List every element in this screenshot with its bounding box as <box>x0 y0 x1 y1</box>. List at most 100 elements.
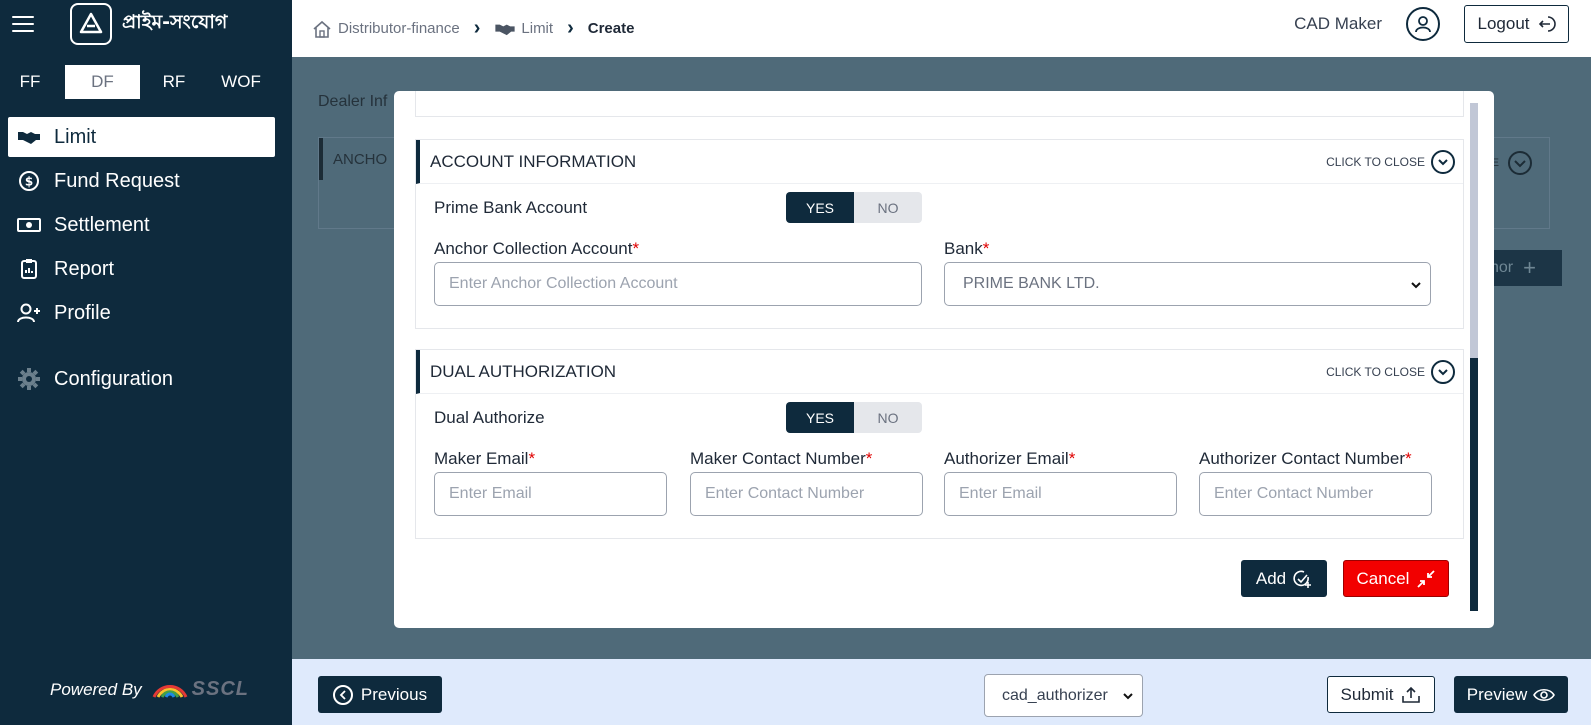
powered-by: Powered By SSCL <box>50 678 249 701</box>
brand-name: প্রাইম-সংযোগ <box>122 11 228 33</box>
prime-bank-account-row: Prime Bank Account <box>434 198 587 218</box>
add-button[interactable]: Add <box>1241 560 1327 597</box>
submit-label: Submit <box>1340 684 1394 704</box>
product-tabs: FF DF RF WOF <box>0 65 292 99</box>
footer-bar: Previous cad_authorizer Submit Preview <box>292 659 1591 725</box>
authorizer-contact-input[interactable]: Enter Contact Number <box>1199 472 1432 516</box>
powered-by-text: Powered By <box>50 679 142 699</box>
anchor-collection-account-input[interactable]: Enter Anchor Collection Account <box>434 262 922 306</box>
maker-email-placeholder: Enter Email <box>449 485 532 502</box>
clipboard-icon <box>16 258 42 280</box>
previous-section-end <box>415 91 1464 117</box>
dual-authorize-yes-option[interactable]: YES <box>786 402 854 433</box>
gear-icon <box>16 368 42 390</box>
chevron-left-icon <box>332 684 353 705</box>
breadcrumb: Distributor-finance › Limit › Create <box>312 17 634 40</box>
sidebar-item-configuration[interactable]: Configuration <box>8 359 275 399</box>
cancel-button[interactable]: Cancel <box>1343 560 1449 597</box>
prime-bank-no-option[interactable]: NO <box>854 192 922 223</box>
chevron-down-icon <box>1507 150 1533 176</box>
anchor-section-title: ANCHO <box>319 138 387 180</box>
sidebar-item-label: Fund Request <box>54 169 180 192</box>
chevron-down-icon <box>1431 150 1455 174</box>
prime-bank-yes-option[interactable]: YES <box>786 192 854 223</box>
account-information-header[interactable]: ACCOUNT INFORMATION CLICK TO CLOSE <box>416 140 1463 184</box>
dual-authorization-toggle-close[interactable]: CLICK TO CLOSE <box>1326 360 1455 384</box>
sidebar-item-label: Configuration <box>54 367 173 390</box>
tab-wof[interactable]: WOF <box>210 65 272 99</box>
user-avatar-icon[interactable] <box>1406 7 1440 41</box>
sidebar-item-settlement[interactable]: Settlement <box>8 205 275 245</box>
required-mark: * <box>1068 449 1076 468</box>
upload-icon <box>1401 686 1421 704</box>
preview-button[interactable]: Preview <box>1454 676 1568 713</box>
authorizer-email-text: Authorizer Email <box>944 449 1069 468</box>
authorizer-contact-text: Authorizer Contact Number <box>1199 449 1405 468</box>
anchor-collection-account-text: Anchor Collection Account <box>434 239 633 258</box>
sidebar: প্রাইম-সংযোগ FF DF RF WOF Limit $ Fund R… <box>0 0 292 725</box>
account-information-toggle-close[interactable]: CLICK TO CLOSE <box>1326 150 1455 174</box>
user-plus-icon <box>16 302 42 324</box>
authorizer-email-label: Authorizer Email* <box>944 449 1075 469</box>
bank-label-text: Bank <box>944 239 983 258</box>
cancel-label: Cancel <box>1356 568 1410 588</box>
prime-bank-account-label: Prime Bank Account <box>434 198 588 217</box>
modal-scrollbar-thumb[interactable] <box>1470 103 1478 358</box>
modal-scrollbar[interactable] <box>1470 103 1478 611</box>
tab-ff[interactable]: FF <box>11 65 49 99</box>
chevron-down-icon <box>1431 360 1455 384</box>
maker-contact-text: Maker Contact Number <box>690 449 866 468</box>
dual-authorization-section: DUAL AUTHORIZATION CLICK TO CLOSE Dual A… <box>415 349 1464 539</box>
bank-select-value: PRIME BANK LTD. <box>963 275 1100 292</box>
authorizer-contact-placeholder: Enter Contact Number <box>1214 485 1374 502</box>
collapse-arrows-icon <box>1417 569 1436 588</box>
current-user-name: CAD Maker <box>1294 14 1382 33</box>
maker-contact-input[interactable]: Enter Contact Number <box>690 472 923 516</box>
topbar: Distributor-finance › Limit › Create CAD… <box>292 0 1591 57</box>
authorizer-email-input[interactable]: Enter Email <box>944 472 1177 516</box>
breadcrumb-distributor-finance[interactable]: Distributor-finance <box>338 20 460 37</box>
dealer-info-title: Dealer Inf <box>318 93 388 110</box>
svg-text:$: $ <box>25 175 33 189</box>
sidebar-item-fund-request[interactable]: $ Fund Request <box>8 161 275 201</box>
home-icon <box>312 19 332 39</box>
previous-button[interactable]: Previous <box>318 676 442 713</box>
maker-email-input[interactable]: Enter Email <box>434 472 667 516</box>
breadcrumb-create: Create <box>587 20 635 37</box>
dual-authorization-header[interactable]: DUAL AUTHORIZATION CLICK TO CLOSE <box>416 350 1463 394</box>
sidebar-item-report[interactable]: Report <box>8 249 275 289</box>
maker-email-text: Maker Email <box>434 449 529 468</box>
submit-button[interactable]: Submit <box>1327 676 1435 713</box>
authorizer-contact-label: Authorizer Contact Number* <box>1199 449 1412 469</box>
dual-authorize-toggle: YES NO <box>786 402 922 433</box>
money-icon <box>16 214 42 236</box>
create-limit-modal: ACCOUNT INFORMATION CLICK TO CLOSE Prime… <box>394 91 1494 628</box>
logout-button[interactable]: Logout <box>1464 5 1569 43</box>
dollar-circle-icon: $ <box>16 170 42 192</box>
add-label: Add <box>1255 568 1287 588</box>
sidebar-item-profile[interactable]: Profile <box>8 293 275 333</box>
breadcrumb-limit[interactable]: Limit <box>521 20 553 37</box>
dual-authorize-no-option[interactable]: NO <box>854 402 922 433</box>
click-to-close-label: CLICK TO CLOSE <box>1326 155 1425 169</box>
breadcrumb-chevron-icon: › <box>567 17 574 39</box>
sidebar-item-label: Profile <box>54 301 111 324</box>
bank-select[interactable]: PRIME BANK LTD. <box>944 262 1431 306</box>
bank-label: Bank* <box>944 239 989 259</box>
previous-label: Previous <box>360 684 428 704</box>
sscl-rainbow-icon <box>152 684 188 698</box>
eye-icon <box>1533 687 1556 703</box>
tab-rf[interactable]: RF <box>150 65 198 99</box>
dual-authorize-row: Dual Authorize <box>434 408 545 428</box>
sidebar-item-label: Report <box>54 257 115 280</box>
hamburger-menu-icon[interactable] <box>12 16 34 32</box>
anchor-collection-account-label: Anchor Collection Account* <box>434 239 639 259</box>
anchor-collection-account-placeholder: Enter Anchor Collection Account <box>449 275 678 292</box>
required-mark: * <box>632 239 640 258</box>
role-select-value: cad_authorizer <box>1002 686 1108 704</box>
account-information-section: ACCOUNT INFORMATION CLICK TO CLOSE Prime… <box>415 139 1464 329</box>
chevron-down-icon <box>1410 278 1422 296</box>
tab-df[interactable]: DF <box>65 65 140 99</box>
sidebar-item-limit[interactable]: Limit <box>8 117 275 157</box>
role-select[interactable]: cad_authorizer <box>984 674 1143 717</box>
